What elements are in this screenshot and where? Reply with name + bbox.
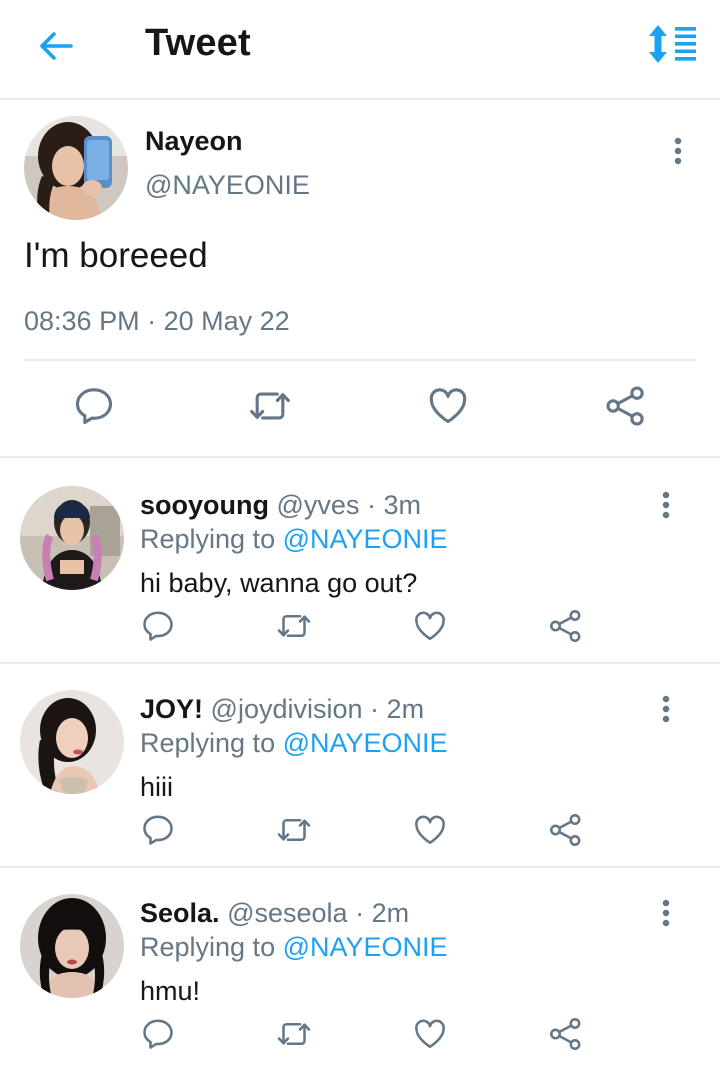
more-options-icon[interactable] xyxy=(666,136,690,166)
avatar[interactable] xyxy=(20,486,124,590)
replying-to: Replying to @NAYEONIE xyxy=(140,524,448,555)
more-options-icon[interactable] xyxy=(654,694,678,724)
tweet-timestamp: 08:36 PM · 20 May 22 xyxy=(24,306,290,337)
reply-icon[interactable] xyxy=(72,384,116,428)
meta-separator: · xyxy=(366,490,376,520)
like-heart-icon[interactable] xyxy=(426,384,470,428)
reply-icon[interactable] xyxy=(140,1016,176,1052)
avatar[interactable] xyxy=(20,894,124,998)
more-options-icon[interactable] xyxy=(654,898,678,928)
mention-link[interactable]: @NAYEONIE xyxy=(283,728,448,758)
reply-tweet[interactable]: JOY! @joydivision · 2m Replying to @NAYE… xyxy=(0,664,720,868)
reply-icon[interactable] xyxy=(140,812,176,848)
meta-separator: · xyxy=(370,694,380,724)
avatar[interactable] xyxy=(24,116,128,220)
reply-text: hmu! xyxy=(140,976,201,1006)
meta-separator: · xyxy=(355,898,365,928)
avatar[interactable] xyxy=(20,690,124,794)
replying-to: Replying to @NAYEONIE xyxy=(140,932,448,963)
page-title: Tweet xyxy=(145,22,251,64)
reply-text: hiii xyxy=(140,772,174,802)
share-icon[interactable] xyxy=(604,384,648,428)
reply-actions xyxy=(0,812,720,852)
top-bar: Tweet xyxy=(0,0,720,100)
reply-time: 2m xyxy=(386,694,425,724)
author-handle[interactable]: @joydivision xyxy=(211,694,363,724)
retweet-icon[interactable] xyxy=(276,812,312,848)
reply-header: Seola. @seseola · 2m xyxy=(140,898,409,929)
reply-tweet[interactable]: sooyoung @yves · 3m Replying to @NAYEONI… xyxy=(0,460,720,664)
reply-icon[interactable] xyxy=(140,608,176,644)
author-name[interactable]: sooyoung xyxy=(140,490,269,520)
author-handle[interactable]: @NAYEONIE xyxy=(145,170,310,201)
retweet-icon[interactable] xyxy=(276,608,312,644)
author-name[interactable]: Seola. xyxy=(140,898,220,928)
reply-time: 2m xyxy=(371,898,410,928)
mention-link[interactable]: @NAYEONIE xyxy=(283,932,448,962)
more-options-icon[interactable] xyxy=(654,490,678,520)
meta-separator: · xyxy=(147,306,157,336)
author-name[interactable]: JOY! xyxy=(140,694,203,724)
author-handle[interactable]: @seseola xyxy=(227,898,347,928)
reply-actions xyxy=(0,608,720,648)
replying-to-label: Replying to xyxy=(140,524,276,554)
replying-to: Replying to @NAYEONIE xyxy=(140,728,448,759)
replying-to-label: Replying to xyxy=(140,932,276,962)
reply-header: sooyoung @yves · 3m xyxy=(140,490,421,521)
share-icon[interactable] xyxy=(548,1016,584,1052)
replying-to-label: Replying to xyxy=(140,728,276,758)
reply-actions xyxy=(0,1016,720,1056)
share-icon[interactable] xyxy=(548,812,584,848)
retweet-icon[interactable] xyxy=(276,1016,312,1052)
back-arrow-icon[interactable] xyxy=(36,26,76,66)
like-heart-icon[interactable] xyxy=(412,812,448,848)
tweet-actions xyxy=(0,384,720,434)
tweet-date: 20 May 22 xyxy=(163,306,290,336)
author-handle[interactable]: @yves xyxy=(277,490,360,520)
mention-link[interactable]: @NAYEONIE xyxy=(283,524,448,554)
like-heart-icon[interactable] xyxy=(412,1016,448,1052)
tweet-text: I'm boreeed xyxy=(24,236,208,275)
share-icon[interactable] xyxy=(548,608,584,644)
sort-list-icon[interactable] xyxy=(646,24,698,64)
tweet-time: 08:36 PM xyxy=(24,306,140,336)
retweet-icon[interactable] xyxy=(248,384,292,428)
divider xyxy=(24,359,696,361)
reply-time: 3m xyxy=(383,490,421,520)
like-heart-icon[interactable] xyxy=(412,608,448,644)
reply-header: JOY! @joydivision · 2m xyxy=(140,694,424,725)
author-name[interactable]: Nayeon xyxy=(145,126,243,157)
reply-text: hi baby, wanna go out? xyxy=(140,568,418,598)
main-tweet: Nayeon @NAYEONIE I'm boreeed 08:36 PM · … xyxy=(0,102,720,458)
reply-tweet[interactable]: Seola. @seseola · 2m Replying to @NAYEON… xyxy=(0,868,720,1069)
